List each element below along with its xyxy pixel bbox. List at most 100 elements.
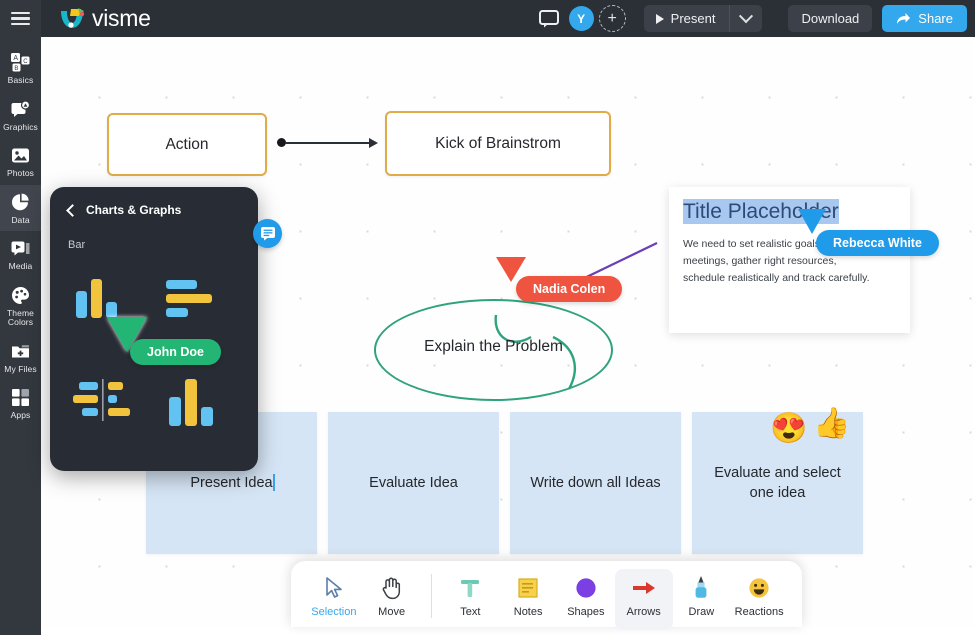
cursor-name-label: Nadia Colen <box>516 276 623 302</box>
visme-logo-icon <box>59 7 85 31</box>
sticky-text: Write down all Ideas <box>530 475 661 491</box>
tool-selection[interactable]: Selection <box>305 569 363 630</box>
share-button[interactable]: Share <box>882 5 967 32</box>
tool-draw[interactable]: Draw <box>673 569 731 630</box>
tool-label: Selection <box>311 606 357 618</box>
chat-icon[interactable] <box>538 9 559 28</box>
chevron-left-icon[interactable] <box>66 203 79 217</box>
comment-note-icon[interactable] <box>253 219 282 248</box>
grid-apps-icon <box>10 387 31 408</box>
sidebar-item-label: Media <box>8 261 33 271</box>
diverging-bar-chart-thumb[interactable] <box>72 379 142 436</box>
hamburger-menu-icon[interactable] <box>0 0 41 37</box>
hand-icon <box>378 574 405 601</box>
circle-shape-icon <box>572 574 599 601</box>
node-label: Action <box>165 135 209 153</box>
sidebar-item-photos[interactable]: Photos <box>0 138 41 185</box>
tool-label: Reactions <box>734 606 784 618</box>
bottom-toolbar: Selection Move Text Notes Shapes Arrows … <box>291 561 802 630</box>
tool-label: Draw <box>688 606 715 618</box>
chevron-down-icon <box>739 8 754 23</box>
charts-panel-title: Charts & Graphs <box>86 203 182 217</box>
brand-name: visme <box>92 5 151 31</box>
header-right-group: Y + Present Download Share <box>538 0 975 37</box>
pen-icon <box>688 574 715 601</box>
top-header-bar: visme Y + Present Download Share <box>0 0 975 37</box>
arrow-right-icon <box>630 574 657 601</box>
tool-label: Notes <box>513 606 543 618</box>
tool-shapes[interactable]: Shapes <box>557 569 615 630</box>
share-label: Share <box>918 11 953 26</box>
folder-plus-icon <box>10 341 31 362</box>
sticky-text: Present Idea <box>190 475 273 491</box>
tool-notes[interactable]: Notes <box>499 569 557 630</box>
sticky-note-evaluate-idea[interactable]: Evaluate Idea <box>328 412 499 554</box>
heart-eyes-emoji[interactable]: 😍 <box>770 414 807 444</box>
cursor-pointer-icon <box>798 209 826 234</box>
sticky-text: Evaluate and select one idea <box>714 465 841 501</box>
node-action[interactable]: Action <box>107 113 267 176</box>
sticky-text: Evaluate Idea <box>369 475 458 491</box>
sidebar-item-my-files[interactable]: My Files <box>0 334 41 381</box>
shape-ellipse-explain-problem[interactable]: Explain the Problem <box>374 299 613 401</box>
present-label: Present <box>670 11 716 26</box>
text-caret <box>273 474 275 491</box>
palette-icon <box>10 285 31 306</box>
share-arrow-icon <box>897 12 911 24</box>
svg-text:B: B <box>14 66 18 72</box>
sticky-note-write-down-ideas[interactable]: Write down all Ideas <box>510 412 681 554</box>
ellipse-label: Explain the Problem <box>424 338 563 355</box>
tool-label: Text <box>460 606 481 618</box>
sidebar-item-label: Photos <box>6 168 35 178</box>
visme-whiteboard-app: visme Y + Present Download Share A C B B… <box>0 0 975 635</box>
toolbar-divider <box>430 574 432 618</box>
sidebar-item-data[interactable]: Data <box>0 184 41 231</box>
tool-arrows[interactable]: Arrows <box>614 569 673 630</box>
sidebar-item-media[interactable]: Media <box>0 231 41 278</box>
charts-panel-header[interactable]: Charts & Graphs <box>66 203 240 217</box>
download-button[interactable]: Download <box>788 5 873 32</box>
tool-text[interactable]: Text <box>442 569 500 630</box>
cursor-name-label: John Doe <box>130 339 221 365</box>
play-icon <box>655 13 664 24</box>
sidebar-item-label: Basics <box>7 75 34 85</box>
header-left-group: visme <box>0 0 151 37</box>
sidebar-item-label: Graphics <box>3 121 38 132</box>
sidebar-item-label: Data <box>11 214 30 225</box>
text-t-icon <box>457 574 484 601</box>
pie-chart-icon <box>10 192 31 213</box>
node-kickoff[interactable]: Kick of Brainstrom <box>385 111 611 176</box>
column-chart-thumb[interactable] <box>166 375 228 436</box>
svg-text:C: C <box>23 59 28 65</box>
tool-move[interactable]: Move <box>363 569 421 630</box>
sidebar-item-theme-colors[interactable]: Theme Colors <box>0 278 41 334</box>
brand-logo-group: visme <box>59 5 151 32</box>
add-user-icon[interactable]: + <box>598 5 626 32</box>
tool-label: Move <box>378 606 406 618</box>
cursor-arrow-icon <box>320 574 347 601</box>
charts-and-graphs-panel[interactable]: Charts & Graphs Bar <box>50 187 258 471</box>
svg-text:A: A <box>13 55 18 62</box>
sidebar-item-apps[interactable]: Apps <box>0 380 41 427</box>
sidebar-item-basics[interactable]: A C B Basics <box>0 45 41 92</box>
present-button[interactable]: Present <box>644 5 730 32</box>
tool-reactions[interactable]: Reactions <box>730 569 788 630</box>
media-icon <box>10 238 31 259</box>
smiley-icon <box>746 574 773 601</box>
sticky-note-icon <box>515 574 542 601</box>
sidebar-item-graphics[interactable]: Graphics <box>0 92 41 139</box>
cursor-name-label: Rebecca White <box>816 230 939 256</box>
graphics-icon <box>10 99 31 120</box>
tool-label: Shapes <box>567 606 605 618</box>
title-placeholder-card[interactable]: Title Placeholder We need to set realist… <box>669 187 910 333</box>
connector-line <box>285 142 371 144</box>
present-dropdown-button[interactable] <box>729 5 762 32</box>
horizontal-bar-chart-thumb[interactable] <box>164 275 226 334</box>
avatar[interactable]: Y <box>568 6 594 31</box>
thumbs-up-emoji[interactable]: 👍 <box>813 409 850 439</box>
photo-icon <box>10 145 31 166</box>
charts-section-label: Bar <box>68 239 86 251</box>
present-button-group: Present <box>643 5 763 32</box>
download-label: Download <box>801 11 860 26</box>
blocks-icon: A C B <box>10 52 31 73</box>
